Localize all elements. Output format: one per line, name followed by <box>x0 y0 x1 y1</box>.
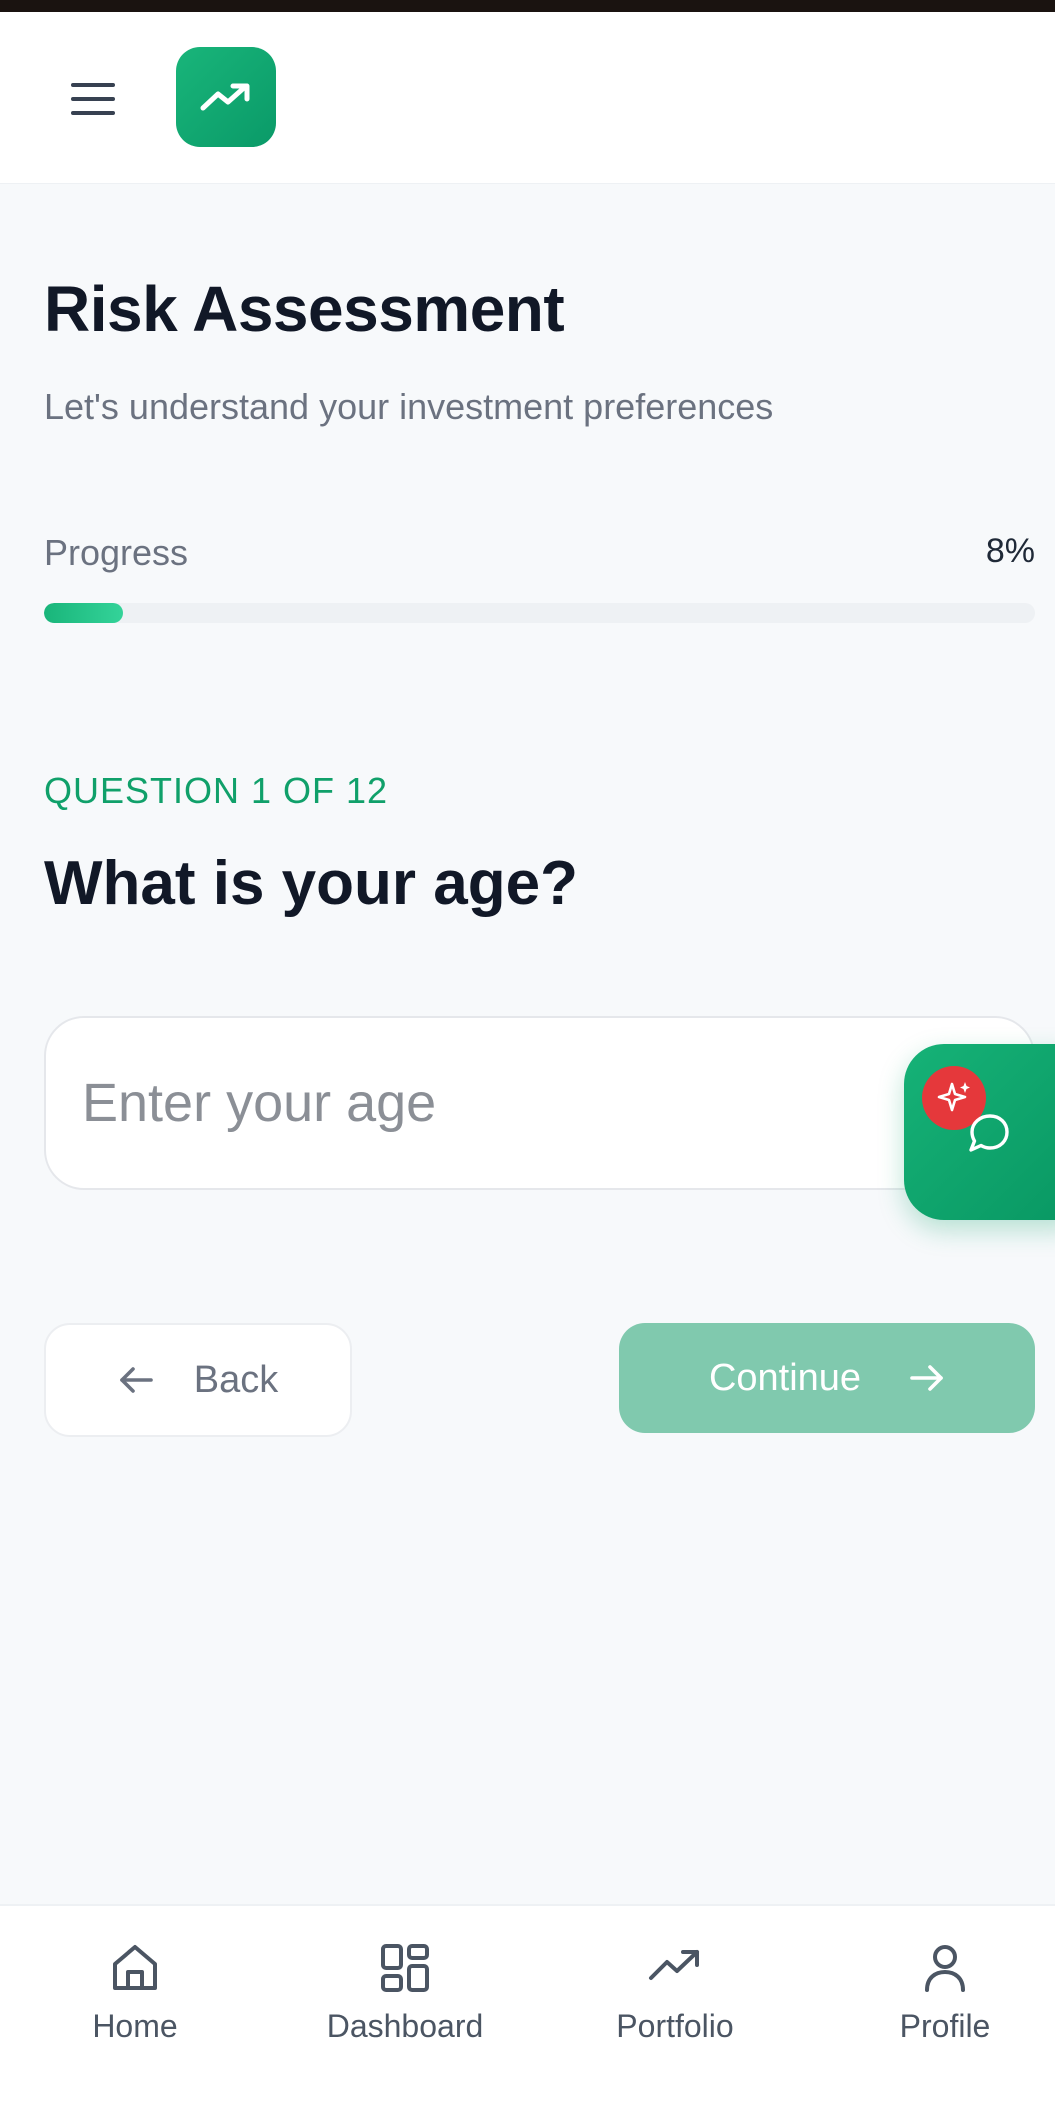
progress-bar-fill <box>44 603 124 623</box>
home-icon <box>113 1945 157 1990</box>
continue-button[interactable]: Continue <box>619 1323 1035 1433</box>
user-icon <box>925 1945 965 1992</box>
arrow-left-icon <box>119 1367 153 1393</box>
back-button-label: Back <box>193 1358 279 1401</box>
arrow-right-icon <box>910 1365 943 1391</box>
menu-button[interactable] <box>64 70 122 128</box>
progress-bar <box>44 603 1035 623</box>
nav-item-profile[interactable]: Profile <box>835 1940 1055 2070</box>
nav-label-home: Home <box>92 2008 178 2044</box>
app-logo[interactable] <box>176 47 276 147</box>
trending-up-icon <box>200 83 250 111</box>
nav-label-dashboard: Dashboard <box>326 2008 484 2044</box>
dashboard-grid-icon <box>381 1944 429 1992</box>
bottom-navigation: Home Dashboard Portfolio Profile <box>0 1904 1055 2107</box>
page-title: Risk Assessment <box>44 273 565 345</box>
chat-bubble-icon <box>969 1114 1009 1152</box>
risk-assessment-screen: Risk Assessment Let's understand your in… <box>0 0 1055 2107</box>
hamburger-menu-icon <box>71 83 115 115</box>
back-button[interactable]: Back <box>44 1323 352 1437</box>
progress-label: Progress <box>44 532 189 573</box>
age-input[interactable] <box>44 1016 1035 1190</box>
nav-item-dashboard[interactable]: Dashboard <box>295 1940 515 2070</box>
ai-chat-button[interactable] <box>904 1044 1055 1220</box>
question-counter: QUESTION 1 OF 12 <box>44 770 389 811</box>
nav-item-home[interactable]: Home <box>25 1940 245 2070</box>
question-text: What is your age? <box>44 849 578 918</box>
trending-up-icon <box>649 1950 699 1980</box>
page-subtitle: Let's understand your investment prefere… <box>44 386 774 427</box>
nav-label-portfolio: Portfolio <box>616 2008 734 2044</box>
app-header <box>0 12 1055 184</box>
continue-button-label: Continue <box>708 1356 862 1399</box>
nav-label-profile: Profile <box>899 2008 991 2044</box>
progress-value: 8% <box>985 532 1035 570</box>
status-bar <box>0 0 1055 12</box>
nav-item-portfolio[interactable]: Portfolio <box>565 1940 785 2070</box>
